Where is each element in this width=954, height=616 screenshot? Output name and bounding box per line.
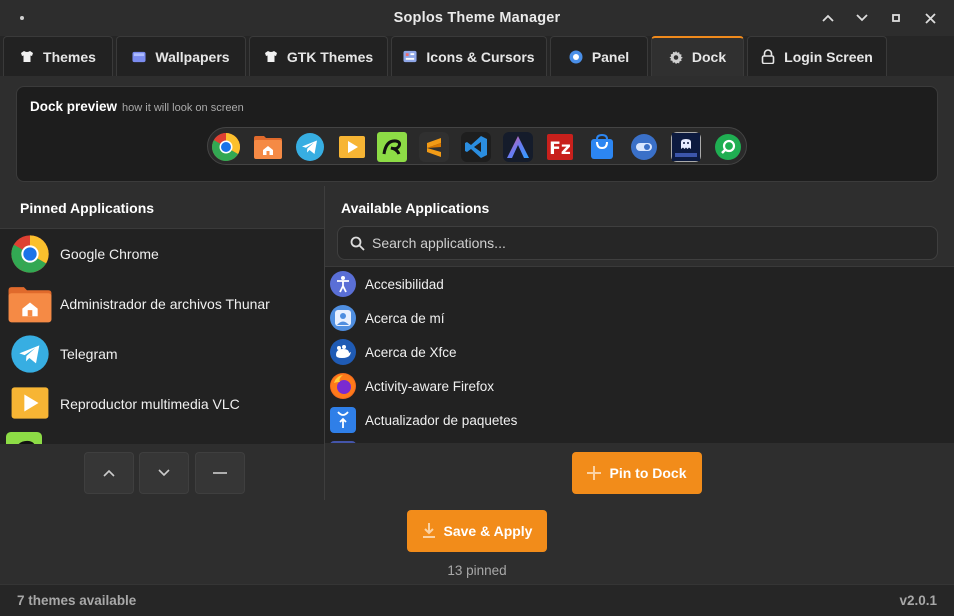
arduino-icon (377, 132, 407, 162)
xfce-mouse-icon (330, 339, 356, 365)
available-item-label: Acerca de Xfce (365, 344, 457, 360)
pinned-item-label: Google Chrome (60, 246, 159, 262)
shirt-icon (20, 50, 34, 64)
tab-dock[interactable]: Dock (651, 36, 744, 76)
list-item[interactable]: Acerca de mí (325, 301, 954, 335)
tab-icons-cursors[interactable]: Icons & Cursors (391, 36, 547, 76)
pinned-list: Google Chrome Administrador de archivos … (0, 228, 324, 444)
list-item[interactable]: Telegram (0, 329, 324, 379)
maximize-button[interactable] (848, 6, 876, 30)
minimize-button[interactable] (814, 6, 842, 30)
list-item[interactable]: Activity-aware Firefox (325, 369, 954, 403)
minus-icon (213, 472, 227, 474)
chrome-icon (10, 234, 50, 274)
svg-text:Fz: Fz (549, 139, 571, 159)
vlc-icon (10, 386, 50, 426)
search-icon (348, 234, 366, 252)
icons-icon (403, 50, 417, 64)
panel-icon (569, 50, 583, 64)
toggle-icon (629, 132, 659, 162)
themes-count-status: 7 themes available (17, 593, 137, 608)
pinned-panel: Pinned Applications Google Chrome Admini… (0, 186, 324, 501)
filezilla-icon: Fz (545, 132, 575, 162)
close-icon (924, 12, 936, 24)
search-input[interactable] (372, 235, 912, 251)
available-heading: Available Applications (341, 200, 490, 216)
search-box (337, 226, 938, 260)
telegram-icon (295, 132, 325, 162)
available-list: Accesibilidad Acerca de mí Acerca de Xfc… (325, 266, 954, 443)
restore-button[interactable] (882, 6, 910, 30)
available-item-label: Actualizador de paquetes (365, 412, 518, 428)
vscode-icon (461, 132, 491, 162)
list-item[interactable]: Acerca de Xfce (325, 335, 954, 369)
lock-icon (761, 49, 775, 64)
dock-bar: Fz (207, 127, 747, 165)
telegram-icon (10, 334, 50, 374)
dock-preview-title: Dock preview (30, 99, 118, 114)
title-bar: Soplos Theme Manager (0, 0, 954, 36)
dock-preview: Dock preview how it will look on screen (16, 86, 938, 182)
list-item[interactable] (325, 437, 954, 443)
tab-bar: Themes Wallpapers GTK Themes Icons & Cur… (0, 36, 954, 76)
list-item[interactable]: Accesibilidad (325, 267, 954, 301)
window-title: Soplos Theme Manager (393, 10, 561, 26)
remove-button[interactable] (195, 452, 245, 494)
image-icon (132, 50, 146, 64)
window-menu-dot[interactable] (20, 16, 24, 20)
list-item[interactable]: Actualizador de paquetes (325, 403, 954, 437)
arch-icon (503, 132, 533, 162)
download-icon (422, 523, 435, 538)
pinned-item-label: Telegram (60, 346, 118, 362)
status-bar: 7 themes available v2.0.1 (0, 584, 954, 616)
square-icon (892, 14, 900, 22)
sublime-text-icon (419, 132, 449, 162)
move-down-button[interactable] (139, 452, 189, 494)
chevron-down-icon (856, 14, 868, 22)
pinned-item-label: Administrador de archivos Thunar (60, 296, 270, 312)
arduino-icon (6, 432, 46, 444)
chevron-up-icon (822, 14, 834, 22)
terminal-ghost-icon (671, 132, 701, 162)
available-item-label: Accesibilidad (365, 276, 444, 292)
close-button[interactable] (916, 6, 944, 30)
package-update-icon (330, 407, 356, 433)
pin-to-dock-button[interactable]: Pin to Dock (572, 452, 702, 494)
save-apply-button[interactable]: Save & Apply (407, 510, 547, 552)
list-item[interactable] (0, 429, 324, 444)
dock-preview-subtitle: how it will look on screen (122, 102, 244, 114)
search-magnifier-icon (713, 132, 743, 162)
plus-icon (587, 466, 602, 480)
pinned-item-label: Reproductor multimedia VLC (60, 396, 240, 412)
pinned-heading: Pinned Applications (20, 200, 155, 216)
chevron-down-icon (158, 469, 170, 477)
list-item[interactable]: Google Chrome (0, 229, 324, 279)
available-item-label: Acerca de mí (365, 310, 445, 326)
tab-themes[interactable]: Themes (3, 36, 113, 76)
list-item[interactable]: Administrador de archivos Thunar (0, 279, 324, 329)
pinned-count: 13 pinned (447, 563, 507, 578)
shirt-icon (264, 50, 278, 64)
dock-page: Dock preview how it will look on screen (0, 76, 954, 584)
folder-home-icon (7, 284, 52, 324)
tab-login-screen[interactable]: Login Screen (747, 36, 887, 76)
move-up-button[interactable] (84, 452, 134, 494)
firefox-icon (330, 373, 356, 399)
folder-home-icon (253, 132, 283, 162)
list-item[interactable]: Reproductor multimedia VLC (0, 379, 324, 429)
accessibility-icon (330, 271, 356, 297)
available-item-label: Activity-aware Firefox (365, 378, 495, 394)
tab-wallpapers[interactable]: Wallpapers (116, 36, 246, 76)
app-icon (330, 441, 356, 443)
tab-panel[interactable]: Panel (550, 36, 648, 76)
chevron-up-icon (103, 469, 115, 477)
gear-icon (669, 50, 683, 64)
store-bag-icon (587, 132, 617, 162)
version-label: v2.0.1 (899, 593, 937, 608)
user-icon (330, 305, 356, 331)
chrome-icon (211, 132, 241, 162)
vlc-icon (337, 132, 367, 162)
tab-gtk-themes[interactable]: GTK Themes (249, 36, 388, 76)
